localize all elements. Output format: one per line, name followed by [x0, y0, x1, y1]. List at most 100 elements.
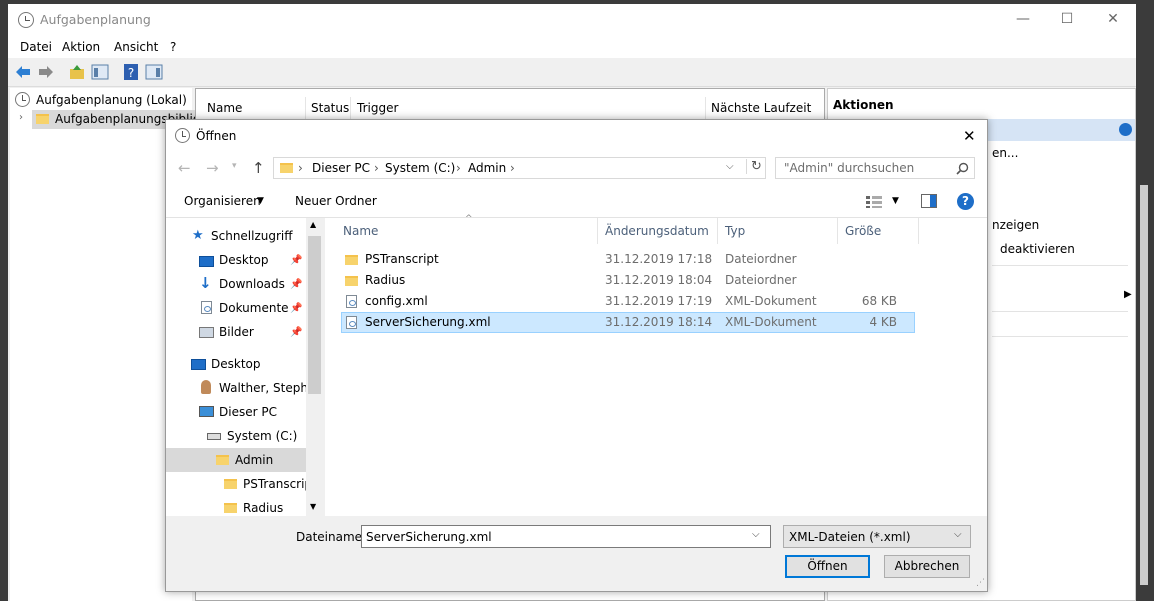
file-row[interactable]: Radius 31.12.2019 18:04 Dateiordner — [341, 270, 915, 291]
cancel-button[interactable]: Abbrechen — [884, 555, 970, 578]
filetype-value: XML-Dateien (*.xml) — [789, 530, 911, 544]
col-type-header[interactable]: Typ — [725, 224, 745, 238]
menu-aktion[interactable]: Aktion — [62, 40, 100, 54]
folder-icon — [224, 503, 237, 513]
filetype-select[interactable]: XML-Dateien (*.xml) ⌵ — [783, 525, 971, 548]
col-next-run[interactable]: Nächste Laufzeit — [711, 101, 811, 115]
desktop-icon — [199, 256, 214, 267]
file-row-selected[interactable]: ServerSicherung.xml 31.12.2019 18:14 XML… — [341, 312, 915, 333]
nav-user[interactable]: Walther, Stephan — [219, 381, 306, 395]
nav-desktop[interactable]: Desktop — [211, 357, 261, 371]
preview-pane-icon[interactable] — [921, 194, 937, 208]
back-arrow-icon[interactable] — [14, 63, 32, 81]
action-fragment-1[interactable]: en... — [992, 146, 1018, 160]
filename-input[interactable]: ServerSicherung.xml ⌵ — [361, 525, 771, 548]
organize-dropdown-icon[interactable]: ▼ — [257, 196, 264, 206]
command-bar: Organisieren ▼ Neuer Ordner ▼ ? — [166, 186, 987, 218]
sort-indicator-icon: ^ — [465, 214, 473, 224]
collapse-icon[interactable] — [1119, 123, 1132, 136]
crumb-admin[interactable]: Admin — [468, 161, 506, 175]
maximize-button[interactable]: ☐ — [1058, 10, 1076, 28]
dialog-title-bar: Öffnen ✕ — [166, 120, 987, 152]
scroll-thumb[interactable] — [308, 236, 321, 394]
help-book-icon[interactable]: ? — [122, 63, 140, 81]
file-row[interactable]: PSTranscript 31.12.2019 17:18 Dateiordne… — [341, 249, 915, 270]
dialog-title: Öffnen — [196, 129, 237, 143]
actions-scrollbar[interactable] — [1140, 185, 1148, 585]
forward-arrow-icon[interactable] — [37, 63, 55, 81]
nav-documents[interactable]: Dokumente — [219, 301, 289, 315]
dialog-close-button[interactable]: ✕ — [963, 127, 976, 145]
scroll-down-icon[interactable]: ▼ — [310, 502, 316, 511]
nav-pictures[interactable]: Bilder — [219, 325, 254, 339]
xml-document-icon — [346, 316, 357, 329]
resize-grip-icon[interactable]: ⋰ — [976, 578, 985, 588]
tree-root-label[interactable]: Aufgabenplanung (Lokal) — [36, 93, 187, 107]
up-folder-icon[interactable] — [68, 63, 86, 81]
file-name: config.xml — [365, 294, 428, 308]
nav-radius[interactable]: Radius — [243, 501, 283, 515]
recent-locations-icon[interactable]: ▾ — [232, 161, 237, 171]
search-icon[interactable] — [956, 162, 969, 175]
pin-icon[interactable]: 📌 — [290, 327, 302, 338]
action-pane-icon[interactable] — [145, 63, 163, 81]
filetype-dropdown-icon[interactable]: ⌵ — [954, 529, 962, 540]
console-tree-icon[interactable] — [91, 63, 109, 81]
menu-datei[interactable]: Datei — [20, 40, 52, 54]
organize-button[interactable]: Organisieren — [184, 194, 261, 208]
col-date-header[interactable]: Änderungsdatum — [605, 224, 709, 238]
col-name[interactable]: Name — [207, 101, 242, 115]
pin-icon[interactable]: 📌 — [290, 279, 302, 290]
col-size-header[interactable]: Größe — [845, 224, 881, 238]
back-icon[interactable]: ← — [178, 159, 191, 177]
col-trigger[interactable]: Trigger — [357, 101, 398, 115]
crumb-this-pc[interactable]: Dieser PC — [312, 161, 370, 175]
forward-icon[interactable]: → — [206, 159, 219, 177]
nav-admin[interactable]: Admin — [235, 453, 273, 467]
menu-bar: Datei Aktion Ansicht ? — [8, 36, 1136, 58]
library-folder-icon — [36, 114, 49, 124]
pin-icon[interactable]: 📌 — [290, 303, 302, 314]
open-button[interactable]: Öffnen — [785, 555, 870, 578]
nav-this-pc[interactable]: Dieser PC — [219, 405, 277, 419]
file-name: Radius — [365, 273, 406, 287]
refresh-icon[interactable]: ↻ — [746, 159, 762, 174]
col-name-header[interactable]: Name — [343, 224, 378, 238]
folder-icon — [224, 479, 237, 489]
task-scheduler-icon — [15, 92, 30, 107]
action-fragment-2[interactable]: nzeigen — [992, 218, 1039, 232]
action-fragment-3[interactable]: deaktivieren — [1000, 242, 1075, 256]
submenu-arrow-icon[interactable]: ▶ — [1124, 289, 1132, 300]
nav-system-c[interactable]: System (C:) — [227, 429, 297, 443]
nav-scrollbar[interactable]: ▲ ▼ — [306, 218, 323, 516]
nav-quick-access[interactable]: Schnellzugriff — [211, 229, 293, 243]
view-dropdown-icon[interactable]: ▼ — [892, 196, 899, 206]
pin-icon[interactable]: 📌 — [290, 255, 302, 266]
file-date: 31.12.2019 17:19 — [605, 294, 713, 308]
help-icon[interactable]: ? — [957, 193, 974, 210]
star-icon: ★ — [192, 228, 204, 243]
filename-dropdown-icon[interactable]: ⌵ — [752, 529, 760, 540]
menu-ansicht[interactable]: Ansicht — [114, 40, 158, 54]
address-bar[interactable]: › Dieser PC › System (C:) › Admin › ⌵ ↻ — [273, 157, 766, 179]
filename-label: Dateiname: — [296, 530, 367, 544]
nav-downloads[interactable]: Downloads — [219, 277, 285, 291]
nav-pstranscript[interactable]: PSTranscript — [243, 477, 306, 491]
address-dropdown-icon[interactable]: ⌵ — [726, 161, 734, 172]
scroll-up-icon[interactable]: ▲ — [310, 220, 316, 229]
minimize-button[interactable]: — — [1014, 10, 1032, 28]
crumb-system-c[interactable]: System (C:) — [385, 161, 455, 175]
up-icon[interactable]: ↑ — [252, 159, 265, 177]
new-folder-button[interactable]: Neuer Ordner — [295, 194, 377, 208]
open-dialog: Öffnen ✕ ← → ▾ ↑ › Dieser PC › System (C… — [165, 119, 988, 592]
nav-desktop-quick[interactable]: Desktop — [219, 253, 269, 267]
search-box[interactable]: "Admin" durchsuchen — [775, 157, 975, 179]
actions-header: Aktionen — [833, 98, 894, 112]
close-button[interactable]: ✕ — [1104, 10, 1122, 28]
view-details-icon[interactable] — [866, 196, 882, 208]
toolbar: ? — [8, 58, 1136, 87]
menu-help[interactable]: ? — [170, 40, 176, 54]
file-row[interactable]: config.xml 31.12.2019 17:19 XML-Dokument… — [341, 291, 915, 312]
col-status[interactable]: Status — [311, 101, 349, 115]
expand-chevron-icon[interactable]: › — [19, 112, 23, 123]
